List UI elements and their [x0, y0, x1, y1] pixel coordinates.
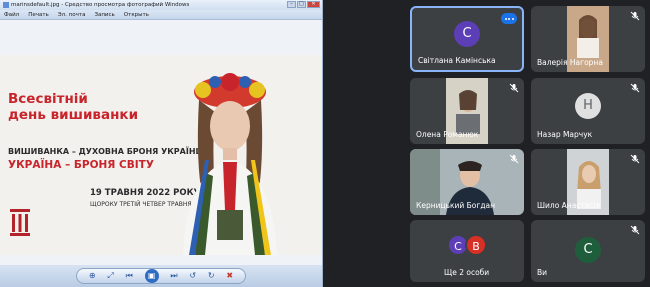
menu-open[interactable]: Открыть [124, 12, 149, 18]
participant-tile[interactable]: С Ви [531, 220, 645, 282]
participant-name: Олена Романюк [416, 130, 479, 139]
participant-tile[interactable]: С В Ще 2 особи [410, 220, 524, 282]
viewer-toolbar: ⊕ ⤢ ⏮ ▣ ⏭ ↺ ↻ ✖ [0, 265, 322, 287]
participant-name: Ви [537, 268, 548, 277]
girl-in-vyshyvanka-image [183, 73, 277, 255]
participant-name: Світлана Камінська [418, 56, 496, 65]
viewer-canvas: Всесвітній день вишиванки ВИШИВАНКА – ДУ… [0, 20, 322, 265]
participant-name: Керницький Богдан [416, 201, 496, 210]
participant-name: Валерія Нагорна [537, 58, 603, 67]
participant-tile[interactable]: С Світлана Камінська [410, 6, 524, 72]
more-participants-avatars: С В [447, 233, 487, 256]
menu-file[interactable]: Файл [4, 12, 19, 18]
photo-viewer-window: marinsdefault.jpg - Средство просмотра ф… [0, 0, 323, 287]
participant-tile[interactable]: Керницький Богдан [410, 149, 524, 215]
menu-burn[interactable]: Запись [94, 12, 114, 18]
poster-title-line2: день вишиванки [8, 107, 139, 123]
viewer-menu-bar: Файл Печать Эл. почта Запись Открыть [0, 10, 322, 20]
mic-off-icon [630, 83, 640, 93]
participant-name: Назар Марчук [537, 130, 593, 139]
poster-title: Всесвітній день вишиванки [8, 91, 138, 123]
next-icon[interactable]: ⏭ [170, 272, 177, 280]
viewer-controls: ⊕ ⤢ ⏮ ▣ ⏭ ↺ ↻ ✖ [76, 268, 246, 284]
participant-tile[interactable]: Олена Романюк [410, 78, 524, 144]
mic-off-icon [630, 154, 640, 164]
poster-slogan-2: УКРАЇНА – БРОНЯ СВІТУ [8, 159, 154, 171]
rotate-right-icon[interactable]: ↻ [208, 272, 215, 280]
minimize-icon[interactable]: – [287, 1, 296, 8]
embroidery-day-poster: Всесвітній день вишиванки ВИШИВАНКА – ДУ… [0, 55, 322, 255]
photo-viewer-icon [3, 2, 9, 8]
mic-off-icon [630, 225, 640, 235]
previous-icon[interactable]: ⏮ [126, 272, 133, 280]
avatar: С [454, 21, 480, 48]
slideshow-icon[interactable]: ▣ [144, 269, 159, 283]
participant-tile[interactable]: Н Назар Марчук [531, 78, 645, 144]
mic-off-icon [630, 11, 640, 21]
menu-print[interactable]: Печать [28, 12, 49, 18]
delete-icon[interactable]: ✖ [226, 272, 233, 280]
avatar: Н [575, 92, 601, 119]
participant-tile[interactable]: Шило Анастасія [531, 149, 645, 215]
maximize-icon[interactable]: □ [297, 1, 306, 8]
zoom-icon[interactable]: ⊕ [89, 272, 96, 280]
rotate-left-icon[interactable]: ↺ [189, 272, 196, 280]
viewer-title-bar: marinsdefault.jpg - Средство просмотра ф… [0, 0, 322, 10]
mic-off-icon [509, 154, 519, 164]
mic-off-icon [509, 83, 519, 93]
museum-logo-icon [10, 209, 30, 236]
avatar: С [575, 236, 601, 263]
more-options-icon[interactable] [501, 13, 517, 24]
menu-email[interactable]: Эл. почта [58, 12, 86, 18]
participant-name: Шило Анастасія [537, 201, 601, 210]
close-icon[interactable]: ✕ [307, 1, 320, 8]
window-buttons: – □ ✕ [287, 1, 320, 8]
viewer-title: marinsdefault.jpg - Средство просмотра ф… [11, 2, 190, 8]
participant-name: Ще 2 особи [444, 268, 490, 277]
participant-tile[interactable]: Валерія Нагорна [531, 6, 645, 72]
fit-icon[interactable]: ⤢ [107, 272, 113, 280]
avatar: В [465, 233, 487, 256]
poster-title-line1: Всесвітній [8, 91, 88, 107]
